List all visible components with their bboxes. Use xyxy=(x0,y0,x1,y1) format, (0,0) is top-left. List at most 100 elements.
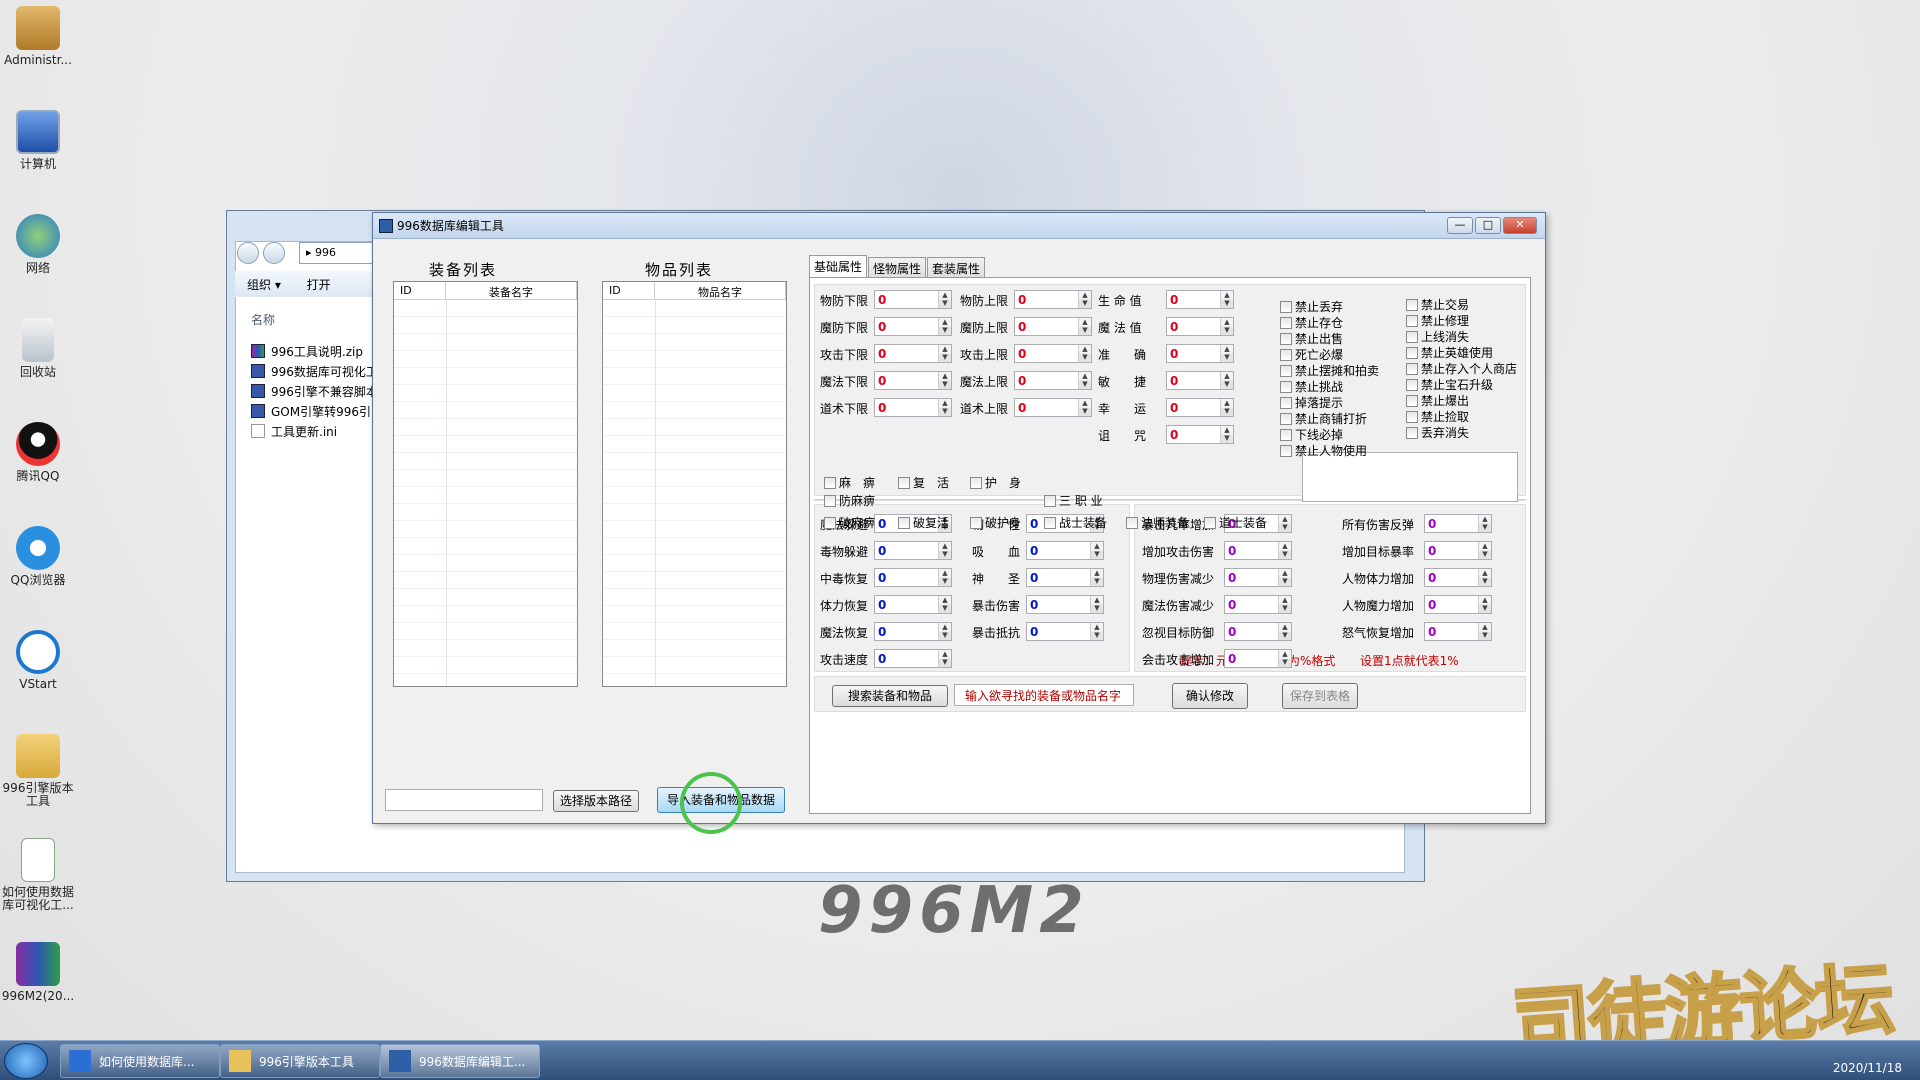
checkbox[interactable]: 禁止存入个人商店 xyxy=(1406,360,1517,377)
equip-list[interactable]: ID 装备名字 xyxy=(393,281,578,687)
adv_col1-spin-arrows[interactable]: ▲ ▼ xyxy=(938,650,951,667)
checkbox[interactable]: 破麻痹 xyxy=(824,514,875,531)
equip-list-body[interactable] xyxy=(394,300,577,686)
checkbox-box[interactable] xyxy=(1406,330,1418,343)
base_col3-spin-arrows[interactable]: ▲ ▼ xyxy=(1220,345,1233,362)
search-input[interactable]: 输入欲寻找的装备或物品名字 xyxy=(954,684,1134,706)
base_col1-spinbox[interactable]: 0 ▲ ▼ xyxy=(874,371,952,390)
file-item[interactable]: 996工具说明.zip xyxy=(251,341,378,361)
checkbox[interactable]: 法师装备 xyxy=(1126,514,1189,531)
elem_col2-spin-arrows[interactable]: ▲ ▼ xyxy=(1478,596,1491,613)
checkbox-box[interactable] xyxy=(824,494,836,507)
checkbox[interactable]: 禁止商铺打折 xyxy=(1280,410,1367,427)
base_col3-spin-arrows[interactable]: ▲ ▼ xyxy=(1220,426,1233,443)
checkbox-box[interactable] xyxy=(1406,346,1418,359)
checkbox[interactable]: 破复活 xyxy=(898,514,949,531)
base_col1-spin-arrows[interactable]: ▲ ▼ xyxy=(938,399,951,416)
elem_col1-spinbox[interactable]: 0 ▲ ▼ xyxy=(1224,622,1292,641)
elem_col1-spin-arrows[interactable]: ▲ ▼ xyxy=(1278,515,1291,532)
checkbox[interactable]: 禁止捡取 xyxy=(1406,408,1469,425)
checkbox[interactable]: 禁止存仓 xyxy=(1280,314,1343,331)
checkbox-box[interactable] xyxy=(1406,410,1418,423)
desktop-icon[interactable]: 回收站 xyxy=(0,318,76,379)
checkbox[interactable]: 禁止挑战 xyxy=(1280,378,1343,395)
desktop-icon[interactable]: 腾讯QQ xyxy=(0,422,76,483)
elem_col2-spinbox[interactable]: 0 ▲ ▼ xyxy=(1424,541,1492,560)
base_col2-spin-arrows[interactable]: ▲ ▼ xyxy=(1078,399,1091,416)
base_col2-spinbox[interactable]: 0 ▲ ▼ xyxy=(1014,290,1092,309)
search-button[interactable]: 搜索装备和物品 xyxy=(832,685,948,707)
elem_col2-spin-arrows[interactable]: ▲ ▼ xyxy=(1478,542,1491,559)
checkbox-box[interactable] xyxy=(1280,316,1292,329)
elem_col1-spinbox[interactable]: 0 ▲ ▼ xyxy=(1224,595,1292,614)
elem_col2-spin-arrows[interactable]: ▲ ▼ xyxy=(1478,515,1491,532)
adv_col2-spin-arrows[interactable]: ▲ ▼ xyxy=(1090,596,1103,613)
checkbox[interactable]: 护 身 xyxy=(970,474,1021,491)
base_col3-spinbox[interactable]: 0 ▲ ▼ xyxy=(1166,425,1234,444)
checkbox-box[interactable] xyxy=(1126,516,1138,529)
base_col1-spin-arrows[interactable]: ▲ ▼ xyxy=(938,372,951,389)
desktop-icon[interactable]: 996M2(20... xyxy=(0,942,76,1003)
checkbox[interactable]: 禁止出售 xyxy=(1280,330,1343,347)
checkbox-box[interactable] xyxy=(1280,428,1292,441)
checkbox[interactable]: 三 职 业 xyxy=(1044,492,1103,509)
base_col2-spin-arrows[interactable]: ▲ ▼ xyxy=(1078,345,1091,362)
checkbox[interactable]: 上线消失 xyxy=(1406,328,1469,345)
adv_col1-spin-arrows[interactable]: ▲ ▼ xyxy=(938,569,951,586)
base_col1-spinbox[interactable]: 0 ▲ ▼ xyxy=(874,290,952,309)
checkbox[interactable]: 丢弃消失 xyxy=(1406,424,1469,441)
base_col1-spin-arrows[interactable]: ▲ ▼ xyxy=(938,291,951,308)
base_col2-spinbox[interactable]: 0 ▲ ▼ xyxy=(1014,317,1092,336)
desktop-icon[interactable]: QQ浏览器 xyxy=(0,526,76,587)
checkbox[interactable]: 禁止英雄使用 xyxy=(1406,344,1493,361)
base_col3-spinbox[interactable]: 0 ▲ ▼ xyxy=(1166,317,1234,336)
elem_col2-spin-arrows[interactable]: ▲ ▼ xyxy=(1478,623,1491,640)
item-description-box[interactable] xyxy=(1302,452,1518,502)
checkbox-box[interactable] xyxy=(898,476,910,489)
base_col3-spin-arrows[interactable]: ▲ ▼ xyxy=(1220,318,1233,335)
checkbox[interactable]: 死亡必爆 xyxy=(1280,346,1343,363)
elem_col1-spin-arrows[interactable]: ▲ ▼ xyxy=(1278,542,1291,559)
taskbar-item[interactable]: 996数据库编辑工... xyxy=(380,1044,540,1078)
base_col3-spin-arrows[interactable]: ▲ ▼ xyxy=(1220,291,1233,308)
adv_col2-spinbox[interactable]: 0 ▲ ▼ xyxy=(1026,568,1104,587)
checkbox-box[interactable] xyxy=(1044,516,1056,529)
item-list-body[interactable] xyxy=(603,300,786,686)
elem_col1-spin-arrows[interactable]: ▲ ▼ xyxy=(1278,650,1291,667)
file-item[interactable]: GOM引擎转996引 xyxy=(251,401,378,421)
adv_col1-spinbox[interactable]: 0 ▲ ▼ xyxy=(874,595,952,614)
base_col2-spinbox[interactable]: 0 ▲ ▼ xyxy=(1014,371,1092,390)
base_col2-spinbox[interactable]: 0 ▲ ▼ xyxy=(1014,344,1092,363)
checkbox-box[interactable] xyxy=(1204,516,1216,529)
checkbox[interactable]: 禁止人物使用 xyxy=(1280,442,1367,459)
start-button[interactable] xyxy=(4,1043,48,1079)
base_col1-spinbox[interactable]: 0 ▲ ▼ xyxy=(874,317,952,336)
checkbox-box[interactable] xyxy=(824,516,836,529)
organize-button[interactable]: 组织 ▾ xyxy=(247,278,281,292)
base_col2-spin-arrows[interactable]: ▲ ▼ xyxy=(1078,318,1091,335)
checkbox[interactable]: 破护身 xyxy=(970,514,1021,531)
taskbar-clock[interactable]: 2020/11/18 xyxy=(1833,1061,1902,1075)
minimize-button[interactable]: — xyxy=(1447,217,1473,234)
checkbox-box[interactable] xyxy=(1406,298,1418,311)
adv_col2-spinbox[interactable]: 0 ▲ ▼ xyxy=(1026,541,1104,560)
checkbox-box[interactable] xyxy=(1280,412,1292,425)
adv_col1-spinbox[interactable]: 0 ▲ ▼ xyxy=(874,568,952,587)
adv_col2-spin-arrows[interactable]: ▲ ▼ xyxy=(1090,542,1103,559)
elem_col2-spinbox[interactable]: 0 ▲ ▼ xyxy=(1424,514,1492,533)
adv_col1-spin-arrows[interactable]: ▲ ▼ xyxy=(938,542,951,559)
adv_col1-spin-arrows[interactable]: ▲ ▼ xyxy=(938,623,951,640)
checkbox[interactable]: 禁止交易 xyxy=(1406,296,1469,313)
file-item[interactable]: 工具更新.ini xyxy=(251,421,378,441)
checkbox[interactable]: 防麻痹 xyxy=(824,492,875,509)
checkbox[interactable]: 复 活 xyxy=(898,474,949,491)
equip-col-name[interactable]: 装备名字 xyxy=(446,282,577,299)
tab-base-attributes[interactable]: 基础属性 xyxy=(809,255,868,277)
elem_col2-spinbox[interactable]: 0 ▲ ▼ xyxy=(1424,622,1492,641)
desktop-icon[interactable]: 网络 xyxy=(0,214,76,275)
checkbox[interactable]: 道士装备 xyxy=(1204,514,1267,531)
base_col3-spin-arrows[interactable]: ▲ ▼ xyxy=(1220,372,1233,389)
elem_col2-spinbox[interactable]: 0 ▲ ▼ xyxy=(1424,568,1492,587)
base_col3-spinbox[interactable]: 0 ▲ ▼ xyxy=(1166,398,1234,417)
base_col1-spin-arrows[interactable]: ▲ ▼ xyxy=(938,318,951,335)
